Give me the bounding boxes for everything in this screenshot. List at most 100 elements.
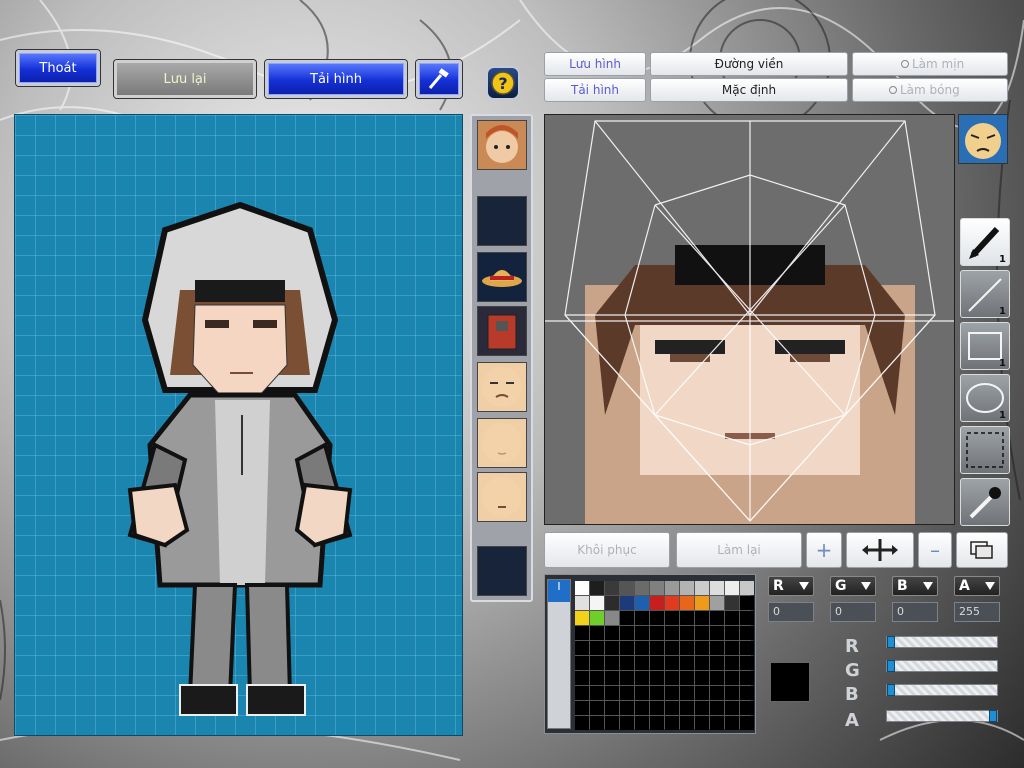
- outline-button[interactable]: Đường viền: [650, 52, 848, 76]
- face-thumb-empty[interactable]: [477, 196, 527, 246]
- palette-swatch[interactable]: [725, 581, 739, 595]
- face-thumb-armor[interactable]: [477, 306, 527, 356]
- palette-swatch[interactable]: [590, 581, 604, 595]
- restore-button[interactable]: Khôi phục: [544, 532, 670, 568]
- palette-swatch[interactable]: [575, 671, 589, 685]
- pen-tool[interactable]: 1: [960, 218, 1010, 266]
- palette-swatch[interactable]: [680, 611, 694, 625]
- palette-swatch[interactable]: [725, 701, 739, 715]
- palette-swatch[interactable]: [575, 686, 589, 700]
- a-value-field[interactable]: 255: [954, 602, 1000, 622]
- palette-swatch[interactable]: [605, 686, 619, 700]
- current-face-thumb[interactable]: [958, 114, 1008, 164]
- palette-swatch[interactable]: [680, 671, 694, 685]
- palette-swatch[interactable]: [710, 701, 724, 715]
- a-channel-header[interactable]: A: [954, 576, 1000, 596]
- palette-swatch[interactable]: [650, 716, 664, 730]
- palette-swatch[interactable]: [710, 686, 724, 700]
- palette-swatch[interactable]: [635, 596, 649, 610]
- palette-swatch[interactable]: [710, 581, 724, 595]
- palette-swatch[interactable]: [650, 671, 664, 685]
- palette-swatch[interactable]: [635, 581, 649, 595]
- palette-swatch[interactable]: [740, 671, 754, 685]
- palette-swatch[interactable]: [650, 641, 664, 655]
- palette-swatch[interactable]: [635, 611, 649, 625]
- b-channel-header[interactable]: B: [892, 576, 938, 596]
- palette-swatch[interactable]: [725, 656, 739, 670]
- palette-swatch[interactable]: [635, 671, 649, 685]
- palette-swatch[interactable]: [620, 716, 634, 730]
- palette-swatch[interactable]: [620, 611, 634, 625]
- r-value-field[interactable]: 0: [768, 602, 814, 622]
- palette-swatch[interactable]: [695, 671, 709, 685]
- palette-swatch[interactable]: [650, 626, 664, 640]
- palette-tab-1[interactable]: I: [548, 580, 570, 602]
- palette-swatch[interactable]: [605, 701, 619, 715]
- r-slider[interactable]: [886, 636, 998, 648]
- palette-swatch[interactable]: [665, 701, 679, 715]
- palette-swatch[interactable]: [710, 596, 724, 610]
- palette-swatch[interactable]: [665, 671, 679, 685]
- palette-swatch[interactable]: [665, 611, 679, 625]
- palette-swatch[interactable]: [665, 626, 679, 640]
- ellipse-tool[interactable]: 1: [960, 374, 1010, 422]
- palette-swatch[interactable]: [665, 596, 679, 610]
- character-preview-canvas[interactable]: [14, 114, 463, 736]
- palette-swatch[interactable]: [605, 611, 619, 625]
- palette-swatch[interactable]: [740, 701, 754, 715]
- palette-swatch[interactable]: [605, 716, 619, 730]
- palette-swatch[interactable]: [590, 701, 604, 715]
- add-button[interactable]: +: [806, 532, 842, 568]
- a-slider[interactable]: [886, 710, 998, 722]
- palette-swatch[interactable]: [590, 596, 604, 610]
- line-tool[interactable]: 1: [960, 270, 1010, 318]
- rectangle-tool[interactable]: 1: [960, 322, 1010, 370]
- palette-swatch[interactable]: [605, 596, 619, 610]
- palette-swatch[interactable]: [740, 641, 754, 655]
- palette-swatch[interactable]: [635, 626, 649, 640]
- palette-swatch[interactable]: [695, 701, 709, 715]
- palette-swatch[interactable]: [680, 701, 694, 715]
- palette-swatch[interactable]: [650, 581, 664, 595]
- palette-swatch[interactable]: [635, 701, 649, 715]
- g-value-field[interactable]: 0: [830, 602, 876, 622]
- palette-swatch[interactable]: [620, 596, 634, 610]
- redo-button[interactable]: Làm lại: [676, 532, 802, 568]
- face-thumb-empty-2[interactable]: [477, 546, 527, 596]
- palette-swatch[interactable]: [740, 686, 754, 700]
- palette-swatch[interactable]: [695, 716, 709, 730]
- palette-tabs[interactable]: I: [547, 579, 571, 729]
- palette-swatch[interactable]: [575, 701, 589, 715]
- move-button[interactable]: [846, 532, 914, 568]
- palette-swatch[interactable]: [695, 581, 709, 595]
- palette-swatch[interactable]: [665, 581, 679, 595]
- palette-swatch[interactable]: [725, 611, 739, 625]
- save-button[interactable]: Lưu lại: [114, 60, 256, 98]
- palette-swatch[interactable]: [695, 656, 709, 670]
- a-slider-knob[interactable]: [989, 710, 997, 722]
- palette-swatch[interactable]: [650, 611, 664, 625]
- save-image-button[interactable]: Lưu hình: [544, 52, 646, 76]
- palette-swatch[interactable]: [605, 656, 619, 670]
- palette-swatch[interactable]: [695, 686, 709, 700]
- palette-swatch[interactable]: [740, 626, 754, 640]
- palette-swatch[interactable]: [710, 611, 724, 625]
- palette-swatch[interactable]: [620, 656, 634, 670]
- exit-button[interactable]: Thoát: [16, 50, 100, 86]
- palette-swatch[interactable]: [590, 656, 604, 670]
- palette-swatch[interactable]: [650, 686, 664, 700]
- palette-swatch[interactable]: [665, 686, 679, 700]
- face-thumb-neutral[interactable]: [477, 472, 527, 522]
- palette-swatch[interactable]: [620, 581, 634, 595]
- palette-swatch[interactable]: [725, 686, 739, 700]
- hammer-tool-button[interactable]: [416, 60, 462, 98]
- shading-option[interactable]: Làm bóng: [852, 78, 1008, 102]
- palette-swatch[interactable]: [740, 611, 754, 625]
- palette-swatch[interactable]: [590, 716, 604, 730]
- selection-tool[interactable]: [960, 426, 1010, 474]
- palette-swatch[interactable]: [710, 716, 724, 730]
- eyedropper-tool[interactable]: [960, 478, 1010, 526]
- help-button[interactable]: ?: [486, 66, 520, 100]
- palette-swatch[interactable]: [575, 626, 589, 640]
- palette-swatch[interactable]: [590, 641, 604, 655]
